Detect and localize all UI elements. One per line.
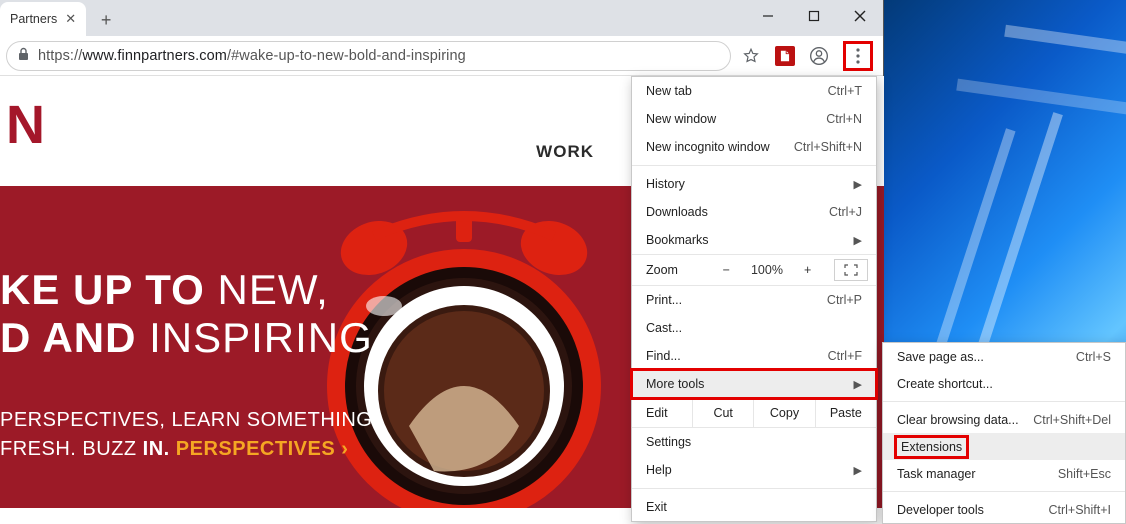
browser-tab[interactable]: Partners ✕ [0,2,86,36]
menu-edit: Edit Cut Copy Paste [632,398,876,428]
edit-cut[interactable]: Cut [692,399,753,427]
maximize-icon [808,10,820,22]
window-minimize[interactable] [745,0,791,32]
close-tab-icon[interactable]: ✕ [65,11,76,27]
menu-settings[interactable]: Settings [632,428,876,456]
hero-subtext: PERSPECTIVES, LEARN SOMETHING FRESH. BUZ… [0,406,372,464]
submenu-save-page[interactable]: Save page as...Ctrl+S [883,343,1125,370]
toolbar-actions [737,41,877,71]
menu-separator [632,488,876,489]
address-bar[interactable]: https://www.finnpartners.com/#wake-up-to… [6,41,731,71]
close-icon [854,10,866,22]
pdf-extension-icon[interactable] [775,46,795,66]
chevron-right-icon: ▶ [854,178,862,191]
menu-find[interactable]: Find...Ctrl+F [632,342,876,370]
menu-more-tools[interactable]: More tools▶ [632,370,876,398]
edit-copy[interactable]: Copy [753,399,814,427]
fullscreen-button[interactable] [834,259,868,281]
menu-exit[interactable]: Exit [632,493,876,521]
app-menu: New tabCtrl+T New windowCtrl+N New incog… [631,76,877,522]
url-text: https://www.finnpartners.com/#wake-up-to… [38,48,466,64]
lock-icon [17,47,30,64]
more-tools-submenu: Save page as...Ctrl+S Create shortcut...… [882,342,1126,524]
tab-title: Partners [10,12,57,26]
site-logo[interactable]: N [6,94,43,156]
submenu-devtools[interactable]: Developer toolsCtrl+Shift+I [883,496,1125,523]
app-menu-button[interactable] [848,46,868,66]
new-tab-button[interactable]: + [92,6,120,34]
menu-incognito[interactable]: New incognito windowCtrl+Shift+N [632,133,876,161]
menu-separator [632,165,876,166]
submenu-clear-data[interactable]: Clear browsing data...Ctrl+Shift+Del [883,406,1125,433]
minimize-icon [762,10,774,22]
menu-cast[interactable]: Cast... [632,314,876,342]
window-close[interactable] [837,0,883,32]
edit-paste[interactable]: Paste [815,399,876,427]
zoom-value: 100% [749,263,785,277]
bookmark-star-icon[interactable] [741,46,761,66]
toolbar: https://www.finnpartners.com/#wake-up-to… [0,36,883,76]
menu-help[interactable]: Help▶ [632,456,876,484]
chevron-right-icon[interactable]: › [341,438,348,460]
menu-history[interactable]: History▶ [632,170,876,198]
app-menu-highlight [843,41,873,71]
nav-work[interactable]: WORK [536,142,594,162]
fullscreen-icon [844,264,858,276]
window-maximize[interactable] [791,0,837,32]
menu-new-window[interactable]: New windowCtrl+N [632,105,876,133]
menu-print[interactable]: Print...Ctrl+P [632,286,876,314]
menu-downloads[interactable]: DownloadsCtrl+J [632,198,876,226]
menu-bookmarks[interactable]: Bookmarks▶ [632,226,876,254]
submenu-task-manager[interactable]: Task managerShift+Esc [883,460,1125,487]
kebab-icon [856,48,860,64]
menu-new-tab[interactable]: New tabCtrl+T [632,77,876,105]
hero-heading: KE UP TO NEW, D AND INSPIRING [0,266,373,363]
menu-separator [883,491,1125,492]
browser-window: Partners ✕ + https://www.finnpartners.co… [0,0,884,508]
menu-separator [883,401,1125,402]
chevron-right-icon: ▶ [854,464,862,477]
zoom-out-button[interactable]: − [708,263,744,277]
menu-zoom: Zoom − 100% + [632,254,876,286]
chevron-right-icon: ▶ [854,378,862,391]
submenu-create-shortcut[interactable]: Create shortcut... [883,370,1125,397]
window-controls [745,0,883,32]
chevron-right-icon: ▶ [854,234,862,247]
submenu-extensions[interactable]: Extensions [883,433,1125,460]
zoom-in-button[interactable]: + [790,263,826,277]
profile-icon[interactable] [809,46,829,66]
